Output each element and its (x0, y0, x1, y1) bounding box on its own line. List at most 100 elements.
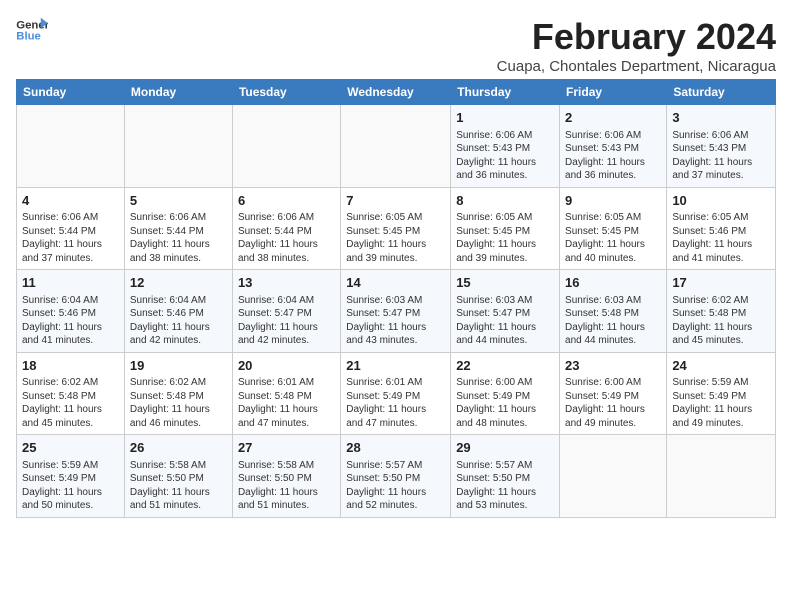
calendar-cell (560, 435, 667, 518)
cell-info: Sunrise: 6:06 AM Sunset: 5:44 PM Dayligh… (238, 211, 335, 265)
calendar-cell: 22Sunrise: 6:00 AM Sunset: 5:49 PM Dayli… (451, 352, 560, 435)
calendar-cell: 11Sunrise: 6:04 AM Sunset: 5:46 PM Dayli… (17, 270, 125, 353)
header-tuesday: Tuesday (232, 80, 340, 105)
calendar-cell (341, 105, 451, 188)
calendar-cell: 8Sunrise: 6:05 AM Sunset: 5:45 PM Daylig… (451, 187, 560, 270)
day-number: 6 (238, 192, 335, 210)
header-wednesday: Wednesday (341, 80, 451, 105)
day-number: 7 (346, 192, 445, 210)
calendar-cell: 29 Sunrise: 5:57 AM Sunset: 5:50 PM Dayli… (451, 435, 560, 518)
calendar-cell: 5Sunrise: 6:06 AM Sunset: 5:44 PM Daylig… (124, 187, 232, 270)
calendar-cell: 14 Sunrise: 6:03 AM Sunset: 5:47 PM Dayli… (341, 270, 451, 353)
logo-icon: General Blue (16, 16, 48, 44)
calendar-cell: 28 Sunrise: 5:57 AM Sunset: 5:50 PM Dayli… (341, 435, 451, 518)
calendar-cell: 27 Sunrise: 5:58 AM Sunset: 5:50 PM Dayli… (232, 435, 340, 518)
calendar-cell (124, 105, 232, 188)
calendar-cell: 1Sunrise: 6:06 AM Sunset: 5:43 PM Daylig… (451, 105, 560, 188)
cell-info: Sunrise: 6:05 AM Sunset: 5:45 PM Dayligh… (565, 211, 661, 265)
calendar-cell: 3 Sunrise: 6:06 AM Sunset: 5:43 PM Daylig… (667, 105, 776, 188)
day-number: 16 (565, 274, 661, 292)
header-saturday: Saturday (667, 80, 776, 105)
calendar-week-row: 11Sunrise: 6:04 AM Sunset: 5:46 PM Dayli… (17, 270, 776, 353)
header-friday: Friday (560, 80, 667, 105)
cell-info: Sunrise: 6:02 AM Sunset: 5:48 PM Dayligh… (22, 376, 119, 430)
day-number: 13 (238, 274, 335, 292)
day-number: 24 (672, 357, 770, 375)
day-number: 10 (672, 192, 770, 210)
calendar-cell (17, 105, 125, 188)
day-number: 14 (346, 274, 445, 292)
cell-info: Sunrise: 5:58 AM Sunset: 5:50 PM Dayligh… (130, 459, 227, 513)
day-number: 4 (22, 192, 119, 210)
calendar-cell: 12Sunrise: 6:04 AM Sunset: 5:46 PM Dayli… (124, 270, 232, 353)
cell-info: Sunrise: 5:57 AM Sunset: 5:50 PM Dayligh… (346, 459, 445, 513)
cell-info: Sunrise: 6:01 AM Sunset: 5:48 PM Dayligh… (238, 376, 335, 430)
calendar-week-row: 18Sunrise: 6:02 AM Sunset: 5:48 PM Dayli… (17, 352, 776, 435)
cell-info: Sunrise: 6:05 AM Sunset: 5:46 PM Dayligh… (672, 211, 770, 265)
cell-info: Sunrise: 6:05 AM Sunset: 5:45 PM Dayligh… (456, 211, 554, 265)
day-number: 18 (22, 357, 119, 375)
cell-info: Sunrise: 6:04 AM Sunset: 5:47 PM Dayligh… (238, 294, 335, 348)
calendar-cell: 6Sunrise: 6:06 AM Sunset: 5:44 PM Daylig… (232, 187, 340, 270)
cell-info: Sunrise: 5:57 AM Sunset: 5:50 PM Dayligh… (456, 459, 554, 513)
cell-info: Sunrise: 6:00 AM Sunset: 5:49 PM Dayligh… (565, 376, 661, 430)
cell-info: Sunrise: 6:06 AM Sunset: 5:43 PM Dayligh… (672, 129, 770, 183)
cell-info: Sunrise: 6:06 AM Sunset: 5:43 PM Dayligh… (565, 129, 661, 183)
day-number: 28 (346, 439, 445, 457)
day-number: 8 (456, 192, 554, 210)
calendar-cell: 16 Sunrise: 6:03 AM Sunset: 5:48 PM Dayli… (560, 270, 667, 353)
day-number: 1 (456, 109, 554, 127)
calendar-cell: 4Sunrise: 6:06 AM Sunset: 5:44 PM Daylig… (17, 187, 125, 270)
title-area: February 2024 Cuapa, Chontales Departmen… (497, 16, 776, 75)
cell-info: Sunrise: 5:58 AM Sunset: 5:50 PM Dayligh… (238, 459, 335, 513)
day-number: 23 (565, 357, 661, 375)
day-number: 29 (456, 439, 554, 457)
day-number: 17 (672, 274, 770, 292)
calendar-cell: 17Sunrise: 6:02 AM Sunset: 5:48 PM Dayli… (667, 270, 776, 353)
day-number: 19 (130, 357, 227, 375)
calendar-cell: 26 Sunrise: 5:58 AM Sunset: 5:50 PM Dayli… (124, 435, 232, 518)
day-number: 9 (565, 192, 661, 210)
calendar-cell: 15Sunrise: 6:03 AM Sunset: 5:47 PM Dayli… (451, 270, 560, 353)
location-subtitle: Cuapa, Chontales Department, Nicaragua (497, 58, 776, 75)
header-thursday: Thursday (451, 80, 560, 105)
day-number: 22 (456, 357, 554, 375)
calendar-cell: 2 Sunrise: 6:06 AM Sunset: 5:43 PM Daylig… (560, 105, 667, 188)
day-number: 15 (456, 274, 554, 292)
day-number: 12 (130, 274, 227, 292)
cell-info: Sunrise: 6:06 AM Sunset: 5:44 PM Dayligh… (22, 211, 119, 265)
cell-info: Sunrise: 6:00 AM Sunset: 5:49 PM Dayligh… (456, 376, 554, 430)
cell-info: Sunrise: 6:03 AM Sunset: 5:47 PM Dayligh… (346, 294, 445, 348)
header-sunday: Sunday (17, 80, 125, 105)
day-number: 26 (130, 439, 227, 457)
calendar-cell: 18Sunrise: 6:02 AM Sunset: 5:48 PM Dayli… (17, 352, 125, 435)
day-number: 21 (346, 357, 445, 375)
calendar-header-row: SundayMondayTuesdayWednesdayThursdayFrid… (17, 80, 776, 105)
calendar-cell: 24Sunrise: 5:59 AM Sunset: 5:49 PM Dayli… (667, 352, 776, 435)
day-number: 2 (565, 109, 661, 127)
cell-info: Sunrise: 6:06 AM Sunset: 5:44 PM Dayligh… (130, 211, 227, 265)
calendar-cell: 25Sunrise: 5:59 AM Sunset: 5:49 PM Dayli… (17, 435, 125, 518)
day-number: 3 (672, 109, 770, 127)
day-number: 27 (238, 439, 335, 457)
cell-info: Sunrise: 6:01 AM Sunset: 5:49 PM Dayligh… (346, 376, 445, 430)
cell-info: Sunrise: 5:59 AM Sunset: 5:49 PM Dayligh… (672, 376, 770, 430)
calendar-week-row: 25Sunrise: 5:59 AM Sunset: 5:49 PM Dayli… (17, 435, 776, 518)
calendar-cell: 20Sunrise: 6:01 AM Sunset: 5:48 PM Dayli… (232, 352, 340, 435)
calendar-cell: 19Sunrise: 6:02 AM Sunset: 5:48 PM Dayli… (124, 352, 232, 435)
calendar-cell: 9Sunrise: 6:05 AM Sunset: 5:45 PM Daylig… (560, 187, 667, 270)
calendar-cell (232, 105, 340, 188)
calendar-cell: 23Sunrise: 6:00 AM Sunset: 5:49 PM Dayli… (560, 352, 667, 435)
month-year-title: February 2024 (497, 16, 776, 58)
cell-info: Sunrise: 6:03 AM Sunset: 5:48 PM Dayligh… (565, 294, 661, 348)
day-number: 5 (130, 192, 227, 210)
calendar-table: SundayMondayTuesdayWednesdayThursdayFrid… (16, 79, 776, 518)
calendar-cell: 21Sunrise: 6:01 AM Sunset: 5:49 PM Dayli… (341, 352, 451, 435)
cell-info: Sunrise: 6:05 AM Sunset: 5:45 PM Dayligh… (346, 211, 445, 265)
day-number: 11 (22, 274, 119, 292)
calendar-cell: 7Sunrise: 6:05 AM Sunset: 5:45 PM Daylig… (341, 187, 451, 270)
logo: General Blue (16, 16, 48, 44)
header-monday: Monday (124, 80, 232, 105)
calendar-week-row: 1 Sunrise: 6:06 AM Sunset: 5:43 PM Daylig… (17, 105, 776, 188)
day-number: 25 (22, 439, 119, 457)
